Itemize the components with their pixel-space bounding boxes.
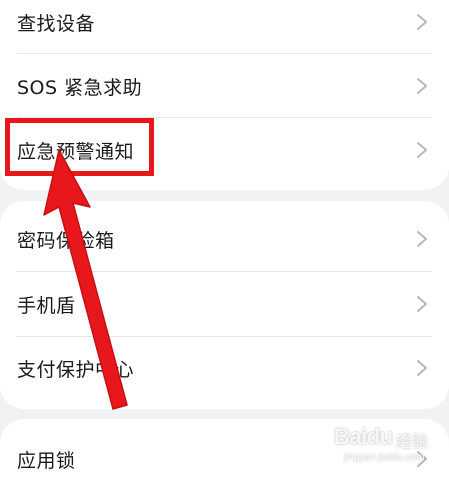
- chevron-right-icon: [415, 449, 429, 469]
- settings-item-label: 支付保护中心: [17, 358, 135, 381]
- settings-item-label: 密码保险箱: [17, 229, 115, 252]
- settings-item-payment-protection[interactable]: 支付保护中心: [0, 336, 449, 400]
- settings-item-emergency-alerts[interactable]: 应急预警通知: [0, 118, 449, 182]
- settings-item-phone-shield[interactable]: 手机盾: [0, 272, 449, 336]
- settings-item-find-device[interactable]: 查找设备: [0, 0, 449, 54]
- chevron-right-icon: [415, 76, 429, 96]
- chevron-right-icon: [415, 140, 429, 160]
- settings-item-label: 手机盾: [17, 294, 76, 317]
- settings-item-label: SOS 紧急求助: [17, 76, 143, 99]
- chevron-right-icon: [415, 229, 429, 249]
- settings-item-label: 查找设备: [17, 12, 96, 35]
- settings-item-app-lock[interactable]: 应用锁: [0, 427, 449, 491]
- settings-item-label: 应用锁: [17, 449, 76, 472]
- settings-item-password-vault[interactable]: 密码保险箱: [0, 207, 449, 271]
- chevron-right-icon: [415, 12, 429, 32]
- settings-item-sos[interactable]: SOS 紧急求助: [0, 54, 449, 118]
- chevron-right-icon: [415, 358, 429, 378]
- chevron-right-icon: [415, 294, 429, 314]
- settings-item-label: 应急预警通知: [17, 140, 135, 163]
